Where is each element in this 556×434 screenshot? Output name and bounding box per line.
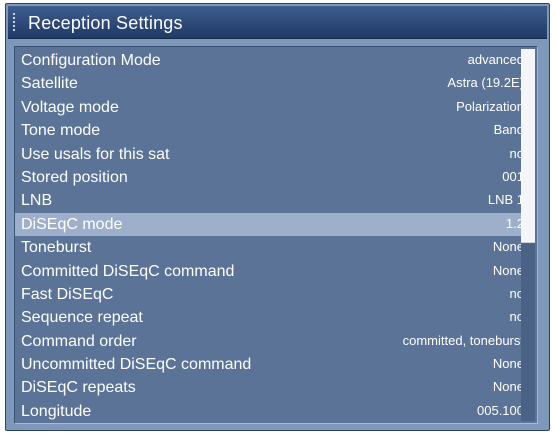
setting-label: Stored position <box>21 168 128 186</box>
setting-value: Polarization <box>456 98 524 114</box>
title-bar: Reception Settings <box>8 6 547 39</box>
setting-label: Command order <box>21 332 137 350</box>
setting-lnb[interactable]: LNB LNB 1 <box>15 189 531 212</box>
settings-list[interactable]: Configuration Mode advanced Satellite Astr… <box>14 46 538 424</box>
setting-voltage-mode[interactable]: Voltage mode Polarization <box>15 96 531 119</box>
setting-label: Toneburst <box>21 239 92 257</box>
reception-settings-window: Reception Settings Configuration Mode adv… <box>5 3 550 431</box>
setting-diseqc-repeats[interactable]: DiSEqC repeats None <box>15 376 531 399</box>
setting-label: Uncommitted DiSEqC command <box>21 356 252 374</box>
window-title: Reception Settings <box>28 13 183 33</box>
setting-use-usals[interactable]: Use usals for this sat no <box>15 143 531 166</box>
setting-value: LNB 1 <box>487 192 524 208</box>
setting-label: DiSEqC mode <box>21 215 123 233</box>
setting-label: Sequence repeat <box>21 309 143 327</box>
setting-value: None <box>492 379 524 395</box>
setting-toneburst[interactable]: Toneburst None <box>15 236 531 259</box>
setting-committed-diseqc-command[interactable]: Committed DiSEqC command None <box>15 260 531 283</box>
settings-rows: Configuration Mode advanced Satellite Astr… <box>15 49 537 423</box>
setting-diseqc-mode[interactable]: DiSEqC mode 1.2 <box>15 212 531 237</box>
setting-value: Astra (19.2E) <box>447 75 524 91</box>
setting-command-order[interactable]: Command order committed, toneburst <box>15 330 531 353</box>
grip-icon <box>12 12 16 32</box>
setting-uncommitted-diseqc-command[interactable]: Uncommitted DiSEqC command None <box>15 353 531 376</box>
setting-sequence-repeat[interactable]: Sequence repeat no <box>15 306 531 329</box>
setting-label: Satellite <box>21 75 78 93</box>
setting-label: Voltage mode <box>21 98 119 116</box>
setting-fast-diseqc[interactable]: Fast DiSEqC no <box>15 283 531 306</box>
setting-label: DiSEqC repeats <box>21 379 136 397</box>
setting-value: None <box>492 356 524 372</box>
setting-value: advanced <box>467 52 524 67</box>
setting-label: Committed DiSEqC command <box>21 262 235 280</box>
setting-value: committed, toneburst <box>402 332 524 348</box>
setting-satellite[interactable]: Satellite Astra (19.2E) <box>15 72 531 95</box>
setting-longitude[interactable]: Longitude 005.100 <box>15 400 531 423</box>
setting-label: Tone mode <box>21 122 101 140</box>
setting-label: Longitude <box>21 402 92 420</box>
scrollbar[interactable] <box>521 49 535 421</box>
setting-label: Fast DiSEqC <box>21 285 114 303</box>
setting-value: Band <box>493 122 524 138</box>
setting-tone-mode[interactable]: Tone mode Band <box>15 119 531 142</box>
setting-configuration-mode[interactable]: Configuration Mode advanced <box>15 49 531 72</box>
setting-label: Use usals for this sat <box>21 145 170 163</box>
setting-label: LNB <box>21 192 53 210</box>
setting-value: None <box>492 239 524 255</box>
setting-value: 005.100 <box>477 402 524 418</box>
setting-label: Configuration Mode <box>21 52 161 69</box>
scrollbar-thumb[interactable] <box>521 49 535 243</box>
setting-stored-position[interactable]: Stored position 001 <box>15 166 531 189</box>
setting-value: None <box>492 262 524 278</box>
